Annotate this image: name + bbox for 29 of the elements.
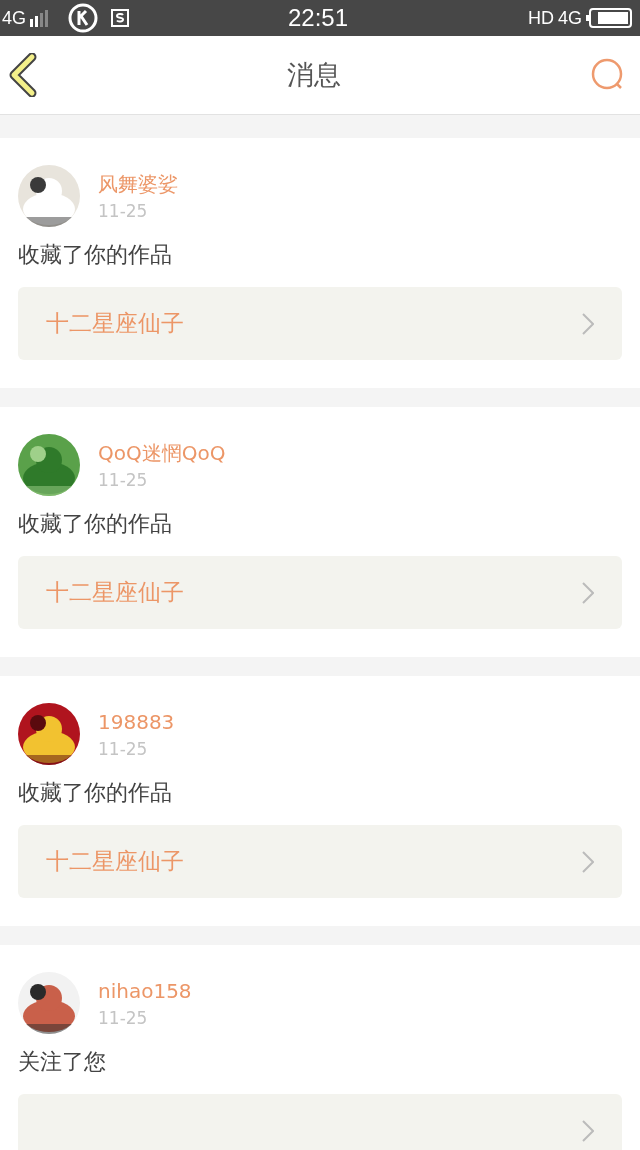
app-notification-icon bbox=[110, 8, 130, 28]
chevron-right-icon bbox=[582, 582, 594, 604]
message-date: 11-25 bbox=[98, 200, 149, 223]
page-title: 消息 bbox=[287, 58, 341, 92]
clock: 22:51 bbox=[288, 4, 349, 32]
message-text: 收藏了你的作品 bbox=[18, 241, 173, 269]
message-date: 11-25 bbox=[98, 1007, 149, 1030]
chevron-right-icon bbox=[582, 1120, 594, 1142]
user-name[interactable]: nihao158 bbox=[98, 976, 192, 1006]
user-name[interactable]: 198883 bbox=[98, 707, 175, 737]
circle-logo-icon bbox=[68, 3, 98, 33]
message-text: 收藏了你的作品 bbox=[18, 510, 173, 538]
user-name[interactable]: QoQ迷惘QoQ bbox=[98, 438, 226, 468]
back-button[interactable] bbox=[8, 53, 38, 97]
message-date: 11-25 bbox=[98, 738, 149, 761]
hd-label: HD bbox=[528, 7, 554, 29]
user-name[interactable]: 风舞婆娑 bbox=[98, 169, 178, 199]
chevron-right-icon bbox=[582, 851, 594, 873]
work-link[interactable]: 十二星座仙子 bbox=[18, 825, 622, 898]
message-text: 收藏了你的作品 bbox=[18, 779, 173, 807]
data-network-label: 4G bbox=[558, 7, 582, 29]
battery-icon bbox=[586, 8, 632, 28]
network-label: 4G bbox=[2, 7, 26, 29]
work-link[interactable]: 十二星座仙子 bbox=[18, 287, 622, 360]
chevron-right-icon bbox=[582, 313, 594, 335]
signal-icon bbox=[30, 9, 50, 27]
message-text: 关注了您 bbox=[18, 1048, 107, 1076]
work-link[interactable]: 十二星座仙子 bbox=[18, 556, 622, 629]
message-date: 11-25 bbox=[98, 469, 149, 492]
